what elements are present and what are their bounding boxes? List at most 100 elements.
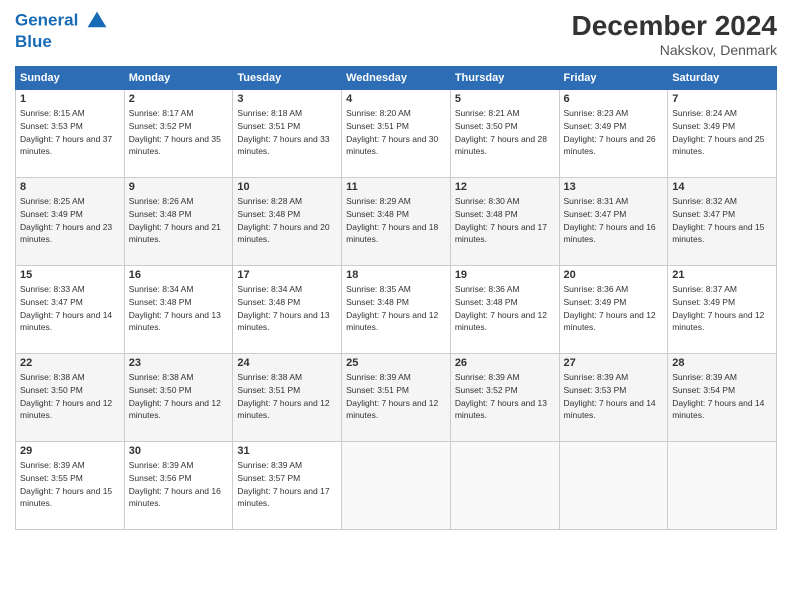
- calendar-cell: 23 Sunrise: 8:38 AMSunset: 3:50 PMDayligh…: [124, 354, 233, 442]
- day-info: Sunrise: 8:33 AMSunset: 3:47 PMDaylight:…: [20, 283, 120, 334]
- day-number: 8: [20, 181, 120, 193]
- calendar-week-1: 8Sunrise: 8:25 AMSunset: 3:49 PMDaylight…: [16, 178, 777, 266]
- day-number: 15: [20, 269, 120, 281]
- day-number: 19: [455, 269, 555, 281]
- calendar-cell: 6 Sunrise: 8:23 AMSunset: 3:49 PMDaylight…: [559, 90, 668, 178]
- day-number: 14: [672, 181, 772, 193]
- day-number: 7: [672, 93, 772, 105]
- day-info: Sunrise: 8:38 AMSunset: 3:51 PMDaylight:…: [237, 371, 337, 422]
- col-header-sunday: Sunday: [16, 67, 125, 90]
- logo-text: General: [15, 10, 108, 32]
- day-info: Sunrise: 8:30 AMSunset: 3:48 PMDaylight:…: [455, 195, 555, 246]
- logo-subtext: Blue: [15, 32, 108, 52]
- calendar-cell: [559, 442, 668, 530]
- day-info: Sunrise: 8:17 AMSunset: 3:52 PMDaylight:…: [129, 107, 229, 158]
- calendar-cell: 29 Sunrise: 8:39 AMSunset: 3:55 PMDayligh…: [16, 442, 125, 530]
- day-info: Sunrise: 8:39 AMSunset: 3:52 PMDaylight:…: [455, 371, 555, 422]
- calendar-cell: 19Sunrise: 8:36 AMSunset: 3:48 PMDayligh…: [450, 266, 559, 354]
- day-number: 9: [129, 181, 229, 193]
- day-number: 16: [129, 269, 229, 281]
- calendar-cell: 10Sunrise: 8:28 AMSunset: 3:48 PMDayligh…: [233, 178, 342, 266]
- day-number: 17: [237, 269, 337, 281]
- col-header-wednesday: Wednesday: [342, 67, 451, 90]
- day-number: 23: [129, 357, 229, 369]
- col-header-monday: Monday: [124, 67, 233, 90]
- day-number: 31: [237, 445, 337, 457]
- day-info: Sunrise: 8:15 AMSunset: 3:53 PMDaylight:…: [20, 107, 120, 158]
- calendar-table: SundayMondayTuesdayWednesdayThursdayFrid…: [15, 66, 777, 530]
- calendar-cell: 27Sunrise: 8:39 AMSunset: 3:53 PMDayligh…: [559, 354, 668, 442]
- day-info: Sunrise: 8:26 AMSunset: 3:48 PMDaylight:…: [129, 195, 229, 246]
- month-title: December 2024: [572, 10, 777, 42]
- calendar-cell: 25Sunrise: 8:39 AMSunset: 3:51 PMDayligh…: [342, 354, 451, 442]
- day-number: 20: [564, 269, 664, 281]
- calendar-cell: 30 Sunrise: 8:39 AMSunset: 3:56 PMDayligh…: [124, 442, 233, 530]
- col-header-saturday: Saturday: [668, 67, 777, 90]
- day-info: Sunrise: 8:34 AMSunset: 3:48 PMDaylight:…: [129, 283, 229, 334]
- calendar-cell: 26 Sunrise: 8:39 AMSunset: 3:52 PMDayligh…: [450, 354, 559, 442]
- day-number: 30: [129, 445, 229, 457]
- calendar-week-4: 29 Sunrise: 8:39 AMSunset: 3:55 PMDayligh…: [16, 442, 777, 530]
- calendar-cell: 4Sunrise: 8:20 AMSunset: 3:51 PMDaylight…: [342, 90, 451, 178]
- calendar-cell: 1 Sunrise: 8:15 AMSunset: 3:53 PMDaylight…: [16, 90, 125, 178]
- day-number: 22: [20, 357, 120, 369]
- day-info: Sunrise: 8:39 AMSunset: 3:56 PMDaylight:…: [129, 459, 229, 510]
- day-info: Sunrise: 8:35 AMSunset: 3:48 PMDaylight:…: [346, 283, 446, 334]
- day-info: Sunrise: 8:39 AMSunset: 3:54 PMDaylight:…: [672, 371, 772, 422]
- day-info: Sunrise: 8:28 AMSunset: 3:48 PMDaylight:…: [237, 195, 337, 246]
- calendar-cell: 11 Sunrise: 8:29 AMSunset: 3:48 PMDayligh…: [342, 178, 451, 266]
- day-number: 11: [346, 181, 446, 193]
- calendar-cell: 24 Sunrise: 8:38 AMSunset: 3:51 PMDayligh…: [233, 354, 342, 442]
- day-info: Sunrise: 8:38 AMSunset: 3:50 PMDaylight:…: [129, 371, 229, 422]
- calendar-cell: 2 Sunrise: 8:17 AMSunset: 3:52 PMDaylight…: [124, 90, 233, 178]
- calendar-week-2: 15 Sunrise: 8:33 AMSunset: 3:47 PMDayligh…: [16, 266, 777, 354]
- day-info: Sunrise: 8:32 AMSunset: 3:47 PMDaylight:…: [672, 195, 772, 246]
- calendar-cell: 17 Sunrise: 8:34 AMSunset: 3:48 PMDayligh…: [233, 266, 342, 354]
- calendar-week-0: 1 Sunrise: 8:15 AMSunset: 3:53 PMDaylight…: [16, 90, 777, 178]
- day-number: 29: [20, 445, 120, 457]
- calendar-cell: 5Sunrise: 8:21 AMSunset: 3:50 PMDaylight…: [450, 90, 559, 178]
- day-info: Sunrise: 8:24 AMSunset: 3:49 PMDaylight:…: [672, 107, 772, 158]
- day-number: 24: [237, 357, 337, 369]
- day-number: 4: [346, 93, 446, 105]
- calendar-cell: 16 Sunrise: 8:34 AMSunset: 3:48 PMDayligh…: [124, 266, 233, 354]
- calendar-cell: 15 Sunrise: 8:33 AMSunset: 3:47 PMDayligh…: [16, 266, 125, 354]
- day-info: Sunrise: 8:34 AMSunset: 3:48 PMDaylight:…: [237, 283, 337, 334]
- day-number: 6: [564, 93, 664, 105]
- calendar-week-3: 22 Sunrise: 8:38 AMSunset: 3:50 PMDayligh…: [16, 354, 777, 442]
- col-header-friday: Friday: [559, 67, 668, 90]
- calendar-cell: 13Sunrise: 8:31 AMSunset: 3:47 PMDayligh…: [559, 178, 668, 266]
- day-info: Sunrise: 8:23 AMSunset: 3:49 PMDaylight:…: [564, 107, 664, 158]
- calendar-cell: [668, 442, 777, 530]
- day-info: Sunrise: 8:39 AMSunset: 3:55 PMDaylight:…: [20, 459, 120, 510]
- calendar-cell: 18Sunrise: 8:35 AMSunset: 3:48 PMDayligh…: [342, 266, 451, 354]
- location-title: Nakskov, Denmark: [572, 42, 777, 58]
- day-number: 26: [455, 357, 555, 369]
- day-info: Sunrise: 8:39 AMSunset: 3:57 PMDaylight:…: [237, 459, 337, 510]
- day-number: 2: [129, 93, 229, 105]
- calendar-cell: 7 Sunrise: 8:24 AMSunset: 3:49 PMDaylight…: [668, 90, 777, 178]
- calendar-cell: 14 Sunrise: 8:32 AMSunset: 3:47 PMDayligh…: [668, 178, 777, 266]
- day-info: Sunrise: 8:18 AMSunset: 3:51 PMDaylight:…: [237, 107, 337, 158]
- calendar-cell: 28 Sunrise: 8:39 AMSunset: 3:54 PMDayligh…: [668, 354, 777, 442]
- day-info: Sunrise: 8:21 AMSunset: 3:50 PMDaylight:…: [455, 107, 555, 158]
- day-info: Sunrise: 8:39 AMSunset: 3:51 PMDaylight:…: [346, 371, 446, 422]
- calendar-cell: 8Sunrise: 8:25 AMSunset: 3:49 PMDaylight…: [16, 178, 125, 266]
- calendar-cell: 20 Sunrise: 8:36 AMSunset: 3:49 PMDayligh…: [559, 266, 668, 354]
- day-number: 1: [20, 93, 120, 105]
- calendar-header-row: SundayMondayTuesdayWednesdayThursdayFrid…: [16, 67, 777, 90]
- day-info: Sunrise: 8:29 AMSunset: 3:48 PMDaylight:…: [346, 195, 446, 246]
- calendar-cell: 22 Sunrise: 8:38 AMSunset: 3:50 PMDayligh…: [16, 354, 125, 442]
- day-number: 12: [455, 181, 555, 193]
- day-number: 3: [237, 93, 337, 105]
- title-area: December 2024 Nakskov, Denmark: [572, 10, 777, 58]
- day-number: 28: [672, 357, 772, 369]
- day-info: Sunrise: 8:38 AMSunset: 3:50 PMDaylight:…: [20, 371, 120, 422]
- day-info: Sunrise: 8:31 AMSunset: 3:47 PMDaylight:…: [564, 195, 664, 246]
- col-header-thursday: Thursday: [450, 67, 559, 90]
- day-number: 27: [564, 357, 664, 369]
- col-header-tuesday: Tuesday: [233, 67, 342, 90]
- day-info: Sunrise: 8:36 AMSunset: 3:49 PMDaylight:…: [564, 283, 664, 334]
- calendar-cell: [342, 442, 451, 530]
- calendar-cell: 9 Sunrise: 8:26 AMSunset: 3:48 PMDaylight…: [124, 178, 233, 266]
